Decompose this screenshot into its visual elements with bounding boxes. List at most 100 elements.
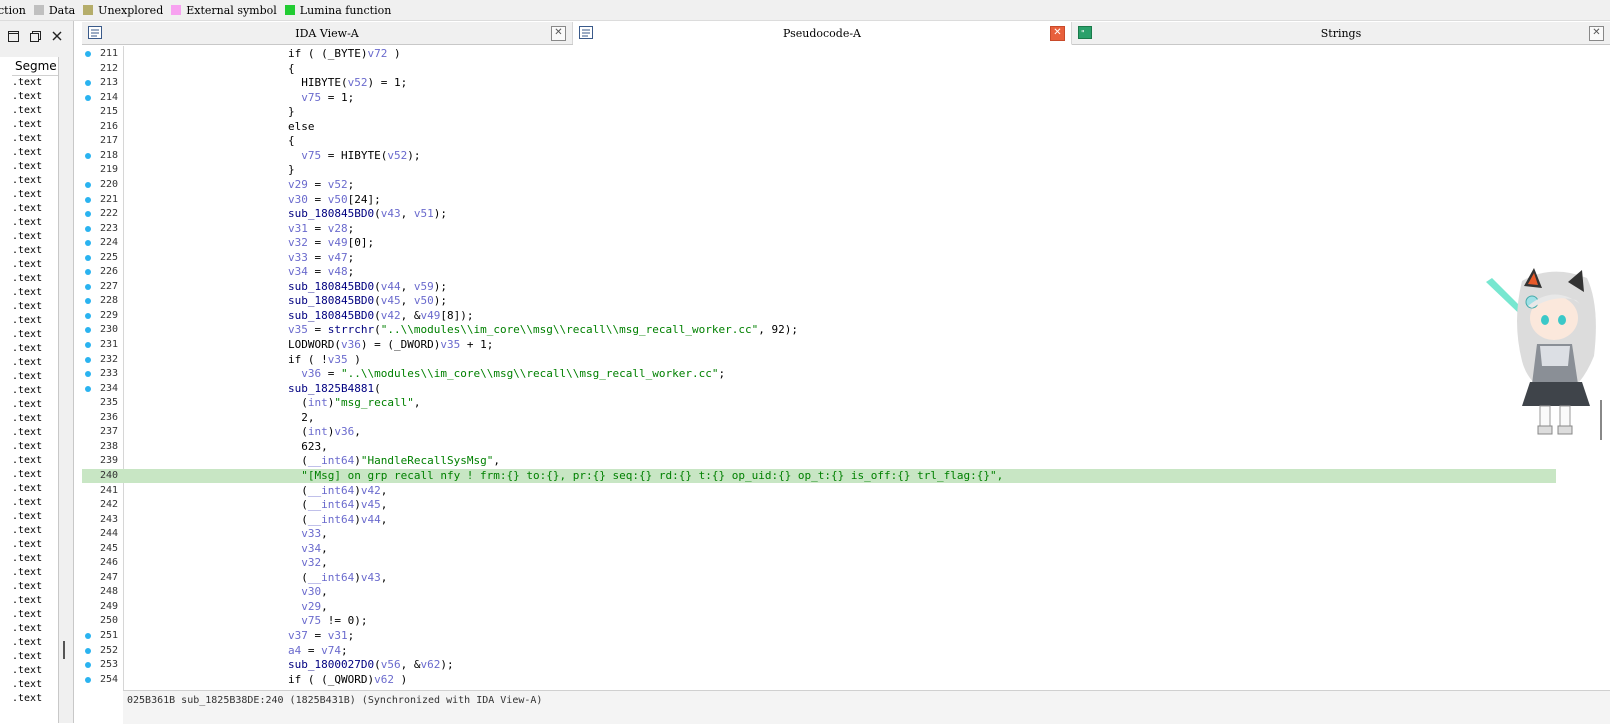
breakpoint-dot-icon[interactable] [85,371,91,378]
segment-row[interactable]: .text [0,650,58,664]
code-line[interactable]: 239 (__int64)"HandleRecallSysMsg", [82,454,1556,468]
segment-row[interactable]: .text [0,566,58,580]
close-tab-icon[interactable]: ✕ [1050,26,1065,41]
code-line[interactable]: 231 LODWORD(v36) = (_DWORD)v35 + 1; [82,338,1556,352]
code-line[interactable]: 251 v37 = v31; [82,629,1556,643]
segment-row[interactable]: .text [0,678,58,692]
segment-row[interactable]: .text [0,160,58,174]
segment-row[interactable]: .text [0,174,58,188]
segment-row[interactable]: .text [0,300,58,314]
segment-row[interactable]: .text [0,90,58,104]
code-line[interactable]: 230 v35 = strrchr("..\\modules\\im_core\\… [82,323,1556,337]
maximize-icon[interactable] [4,27,22,45]
code-line[interactable]: 237 (int)v36, [82,425,1556,439]
code-line[interactable]: 233 v36 = "..\\modules\\im_core\\msg\\re… [82,367,1556,381]
code-line[interactable]: 227 sub_180845BD0(v44, v59); [82,280,1556,294]
code-line[interactable]: 236 2, [82,411,1556,425]
close-icon[interactable] [48,27,66,45]
segment-row[interactable]: .text [0,104,58,118]
breakpoint-dot-icon[interactable] [85,327,91,334]
code-line[interactable]: 216 else [82,120,1556,134]
segment-row[interactable]: .text [0,622,58,636]
breakpoint-dot-icon[interactable] [85,342,91,348]
segment-row[interactable]: .text [0,230,58,244]
breakpoint-dot-icon[interactable] [85,356,91,363]
segment-row[interactable]: .text [0,272,58,286]
close-tab-icon[interactable]: ✕ [551,26,566,41]
segment-row[interactable]: .text [0,412,58,426]
segment-row[interactable]: .text [0,258,58,272]
close-tab-icon[interactable]: ✕ [1589,26,1604,41]
breakpoint-dot-icon[interactable] [85,181,91,188]
code-line[interactable]: 219} [82,163,1556,177]
code-line[interactable]: 244 v33, [82,527,1556,541]
code-line[interactable]: 228 sub_180845BD0(v45, v50); [82,294,1556,308]
code-line-highlighted[interactable]: 240 "[Msg] on grp recall nfy ! frm:{} to… [82,468,1556,483]
code-line[interactable]: 226 v34 = v48; [82,265,1556,279]
segment-row[interactable]: .text [0,580,58,594]
breakpoint-dot-icon[interactable] [85,94,91,101]
breakpoint-dot-icon[interactable] [85,269,91,276]
segment-row[interactable]: .text [0,440,58,454]
segment-row[interactable]: .text [0,608,58,622]
code-line[interactable]: 245 v34, [82,542,1556,556]
breakpoint-dot-icon[interactable] [85,298,91,305]
code-line[interactable]: 217 { [82,134,1556,148]
code-line[interactable]: 222 sub_180845BD0(v43, v51); [82,207,1556,221]
segment-row[interactable]: .text [0,286,58,300]
breakpoint-dot-icon[interactable] [85,225,91,232]
segment-row[interactable]: .text [0,552,58,566]
segment-row[interactable]: .text [0,342,58,356]
segment-row[interactable]: .text [0,664,58,678]
code-line[interactable]: 223 v31 = v28; [82,222,1556,236]
tab-ida-view[interactable]: IDA View-A ✕ [82,22,573,44]
code-line[interactable]: 218 v75 = HIBYTE(v52); [82,149,1556,163]
restore-icon[interactable] [26,27,44,45]
breakpoint-dot-icon[interactable] [85,312,91,319]
segment-column-header[interactable]: Segme [12,57,58,76]
vertical-scrollbar-thumb[interactable] [1600,400,1602,440]
segment-row[interactable]: .text [0,496,58,510]
segment-row[interactable]: .text [0,244,58,258]
breakpoint-dot-icon[interactable] [85,240,91,247]
segment-row[interactable]: .text [0,328,58,342]
tab-pseudocode[interactable]: Pseudocode-A ✕ [573,22,1072,45]
code-line[interactable]: 225 v33 = v47; [82,251,1556,265]
segment-row[interactable]: .text [0,118,58,132]
segment-row[interactable]: .text [0,146,58,160]
code-line[interactable]: 229 sub_180845BD0(v42, &v49[8]); [82,309,1556,323]
segment-row[interactable]: .text [0,538,58,552]
code-line[interactable]: 243 (__int64)v44, [82,513,1556,527]
code-line[interactable]: 213 HIBYTE(v52) = 1; [82,76,1556,90]
breakpoint-dot-icon[interactable] [85,385,91,392]
segment-row[interactable]: .text [0,384,58,398]
pseudocode-view[interactable]: 211 if ( (_BYTE)v72 ) 212{213 HIBYTE(v52) … [82,46,1610,690]
segment-row[interactable]: .text [0,132,58,146]
segment-row[interactable]: .text [0,482,58,496]
code-line[interactable]: 220 v29 = v52; [82,178,1556,192]
breakpoint-dot-icon[interactable] [85,80,91,87]
code-line[interactable]: 212 { [82,62,1556,76]
code-line[interactable]: 224 v32 = v49[0]; [82,236,1556,250]
breakpoint-dot-icon[interactable] [85,211,91,218]
breakpoint-dot-icon[interactable] [85,676,91,683]
segment-row[interactable]: .text [0,594,58,608]
segment-row[interactable]: .text [0,216,58,230]
code-line[interactable]: 254 if ( (_QWORD)v62 ) [82,673,1556,687]
code-line[interactable]: 215} [82,105,1556,119]
code-line[interactable]: 248 v30, [82,585,1556,599]
segment-row[interactable]: .text [0,314,58,328]
breakpoint-dot-icon[interactable] [85,283,91,290]
code-line[interactable]: 249 v29, [82,600,1556,614]
segment-row[interactable]: .text [0,524,58,538]
segment-row[interactable]: .text [0,510,58,524]
code-line[interactable]: 252 a4 = v74; [82,644,1556,658]
segment-row[interactable]: .text [0,356,58,370]
segment-row[interactable]: .text [0,398,58,412]
code-line[interactable]: 232 if ( !v35 ) [82,353,1556,367]
breakpoint-dot-icon[interactable] [85,152,91,159]
breakpoint-dot-icon[interactable] [85,633,91,639]
code-line[interactable]: 250 v75 != 0); [82,614,1556,628]
code-line[interactable]: 234 sub_1825B4881( [82,382,1556,396]
segment-row[interactable]: .text [0,426,58,440]
